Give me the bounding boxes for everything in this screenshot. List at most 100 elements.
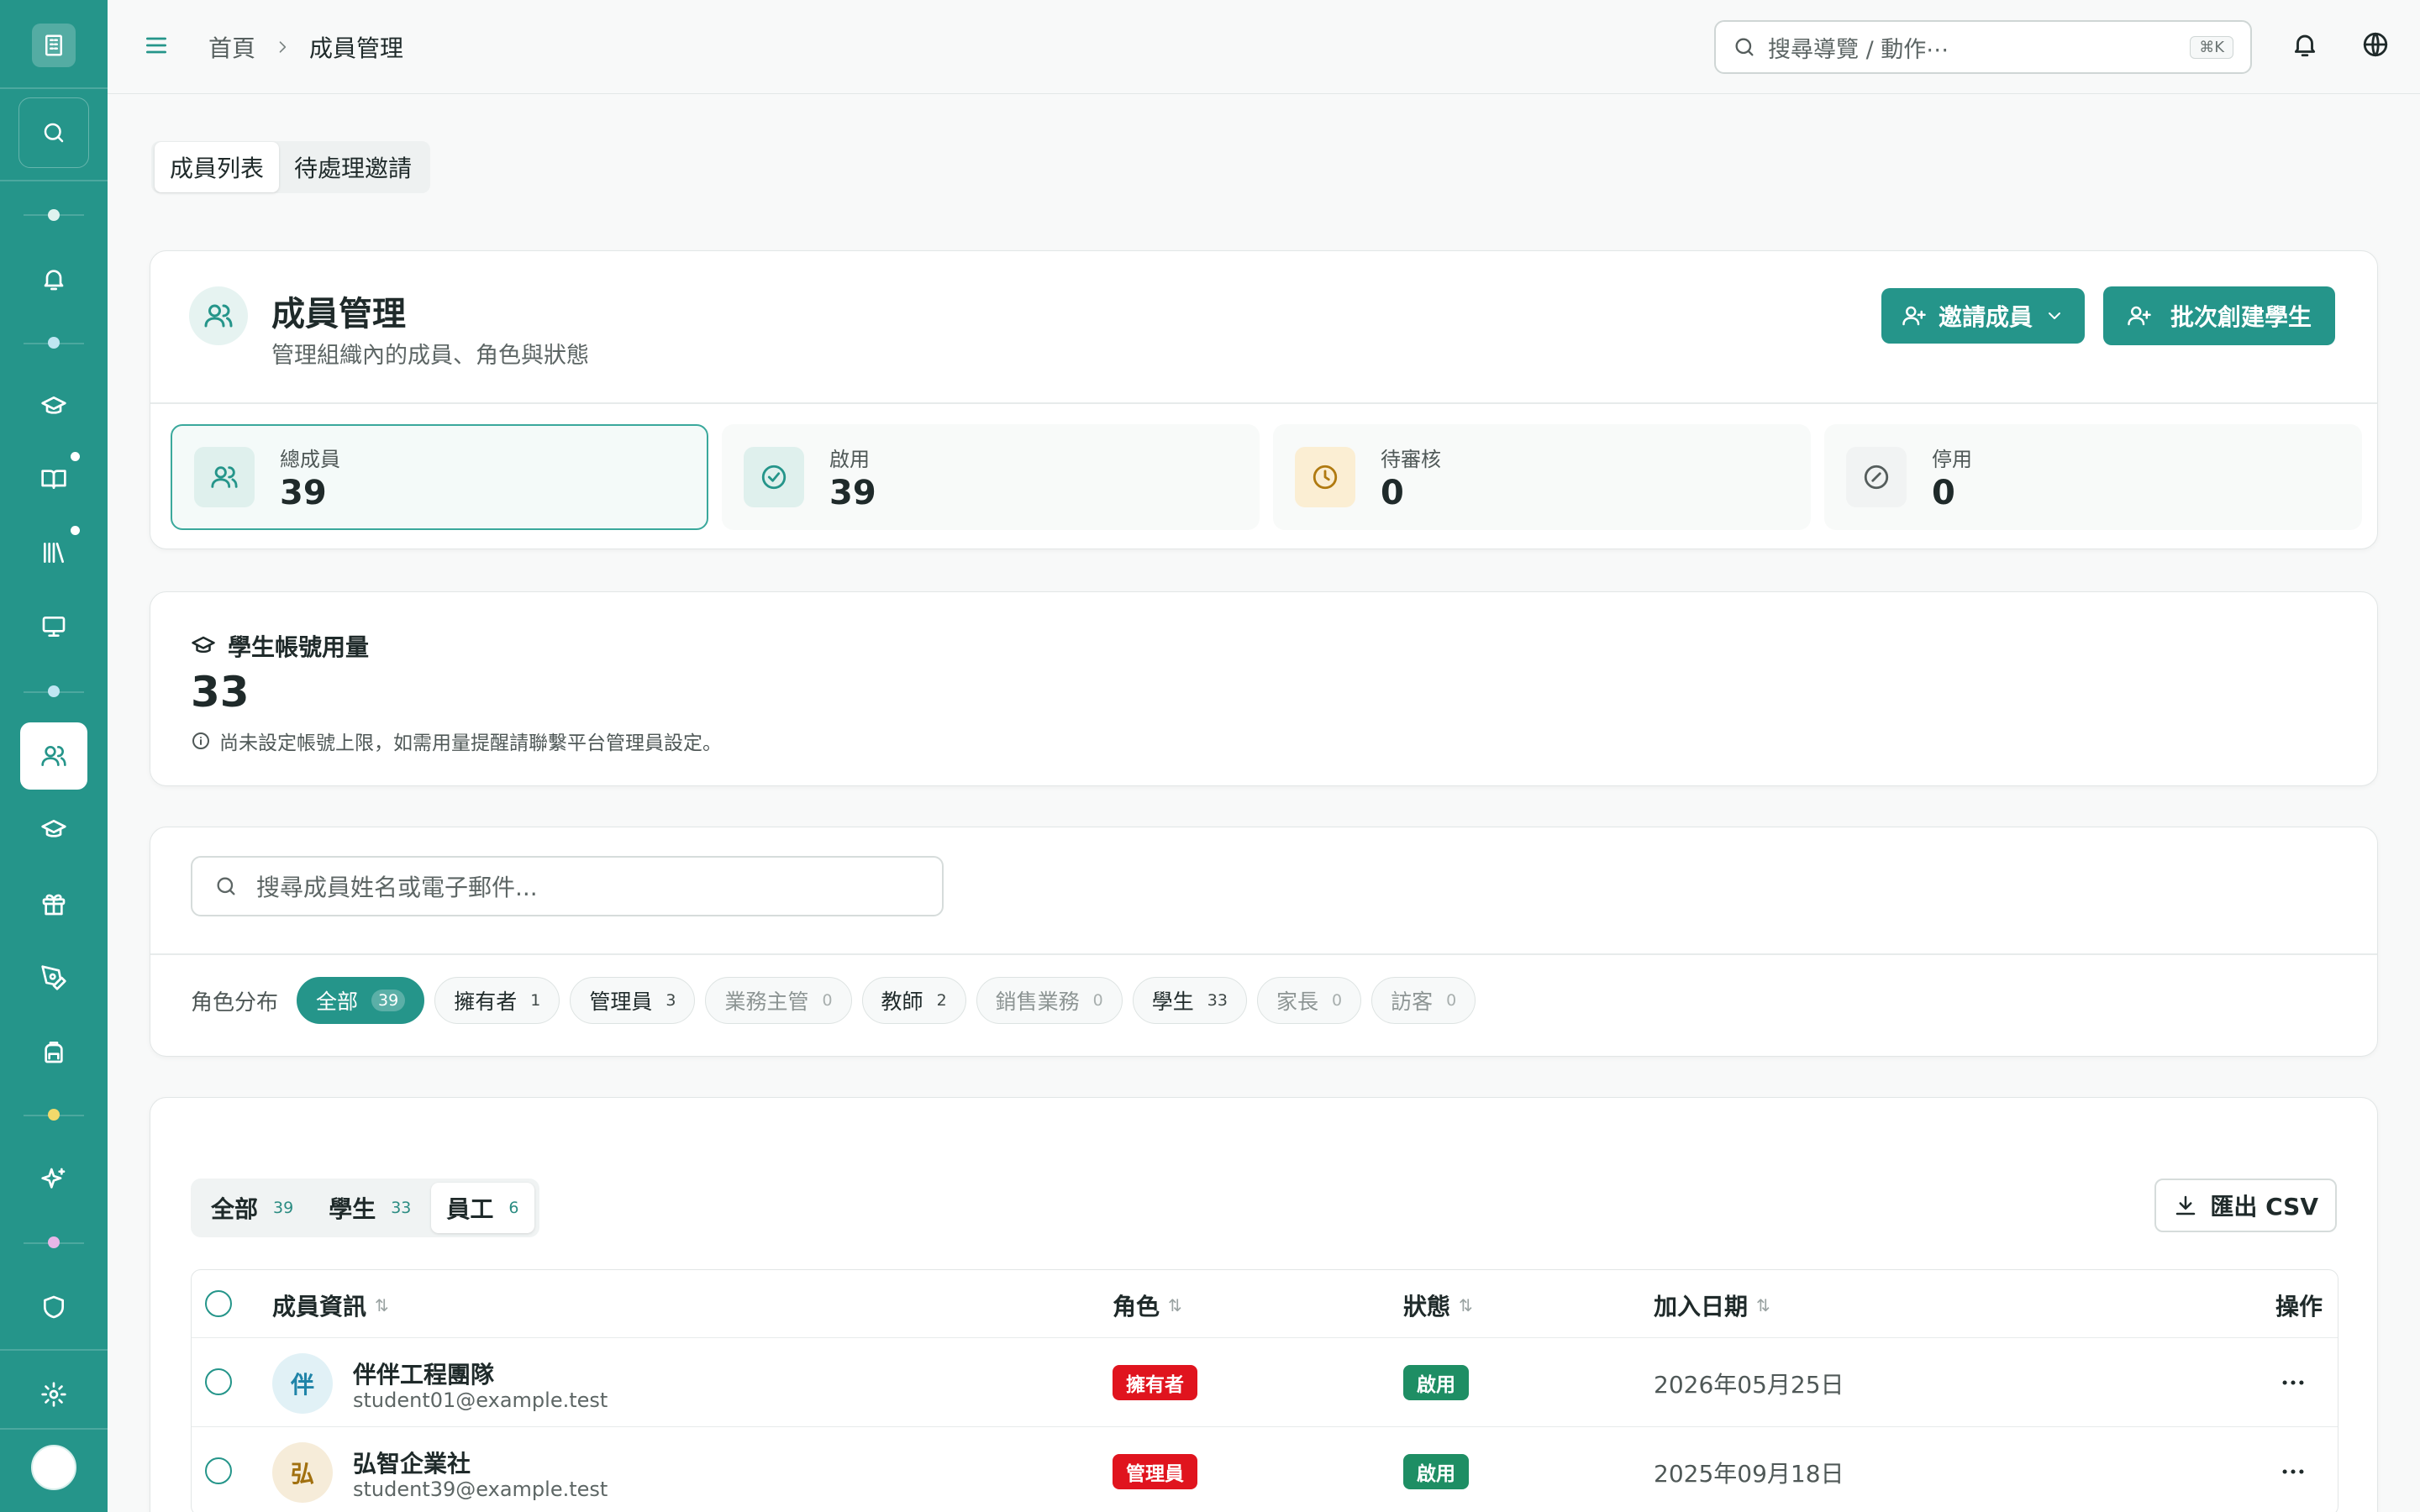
search-icon (217, 877, 235, 895)
segment-staff[interactable]: 員工 6 (431, 1183, 534, 1233)
sidebar-item-books[interactable] (20, 445, 87, 512)
sidebar-divider (0, 87, 108, 89)
invite-member-button[interactable]: 邀請成員 (1881, 288, 2086, 344)
role-chip-parent[interactable]: 家長 0 (1256, 977, 1362, 1024)
shield-icon (44, 1295, 64, 1319)
sidebar-item-ai[interactable] (20, 1146, 87, 1213)
breadcrumb-home[interactable]: 首頁 (208, 30, 255, 64)
global-search-input[interactable]: 搜尋導覽 / 動作⋯ ⌘K (1714, 20, 2252, 74)
role-chip-sales[interactable]: 銷售業務 0 (976, 977, 1123, 1024)
chip-label: 家長 (1276, 990, 1318, 1014)
student-usage-card: 學生帳號用量 33 尚未設定帳號上限，如需用量提醒請聯繫平台管理員設定。 (150, 591, 2378, 786)
stat-value: 39 (280, 473, 327, 512)
column-role[interactable]: 角色 ⇅ (1113, 1289, 1182, 1322)
chip-label: 擁有者 (454, 990, 518, 1014)
sidebar-search-button[interactable] (18, 97, 89, 168)
column-joined-date[interactable]: 加入日期 ⇅ (1654, 1289, 1770, 1322)
globe-icon[interactable] (2361, 30, 2390, 59)
sidebar-item-students[interactable] (20, 796, 87, 864)
member-name: 伴伴工程團隊 (353, 1361, 495, 1389)
filter-card: 搜尋成員姓名或電子郵件... 角色分布 全部 39 擁有者 1 管理員 3 業務主管 0… (150, 827, 2378, 1057)
segment-label: 全部 (211, 1195, 259, 1223)
table-header: 成員資訊 ⇅ 角色 ⇅ 狀態 ⇅ 加入日期 ⇅ 操作 (192, 1270, 2338, 1337)
sidebar-item-members[interactable] (20, 722, 87, 790)
export-csv-button[interactable]: 匯出 CSV (2154, 1179, 2337, 1232)
tab-pending-invites[interactable]: 待處理邀請 (279, 142, 427, 192)
search-icon (1735, 38, 1754, 56)
sidebar-item-settings[interactable] (20, 1361, 87, 1428)
row-checkbox[interactable] (205, 1368, 232, 1395)
building-icon[interactable] (32, 24, 76, 67)
menu-icon[interactable] (143, 32, 170, 59)
table-row[interactable]: 伴 伴伴工程團隊 student01@example.test 擁有者 啟用 2… (192, 1337, 2338, 1426)
stat-total-members[interactable]: 總成員 39 (171, 424, 708, 530)
select-all-checkbox[interactable] (205, 1290, 232, 1317)
users-icon (41, 746, 66, 766)
row-checkbox[interactable] (205, 1457, 232, 1484)
role-chip-admin[interactable]: 管理員 3 (570, 977, 696, 1024)
sidebar-item-backpack[interactable] (20, 1018, 87, 1085)
role-distribution: 角色分布 全部 39 擁有者 1 管理員 3 業務主管 0 教師 2 銷售業務 0 學生 33… (191, 977, 1476, 1024)
avatar: 伴 (272, 1353, 333, 1414)
chip-count: 3 (666, 991, 676, 1010)
backpack-icon (45, 1042, 63, 1063)
column-status[interactable]: 狀態 ⇅ (1403, 1289, 1473, 1322)
role-chip-guest[interactable]: 訪客 0 (1371, 977, 1476, 1024)
sidebar-divider (0, 1349, 108, 1351)
role-chip-sales-manager[interactable]: 業務主管 0 (705, 977, 852, 1024)
avatar: 弘 (272, 1442, 333, 1503)
member-list-card: 全部 39 學生 33 員工 6 匯出 CSV 成員資訊 ⇅ 角色 ⇅ 狀態 ⇅ 加入日期 ⇅… (150, 1097, 2378, 1512)
chip-count: 39 (371, 990, 406, 1011)
member-type-segments: 全部 39 學生 33 員工 6 (191, 1179, 539, 1237)
sidebar-item-library[interactable] (20, 519, 87, 586)
member-table: 成員資訊 ⇅ 角色 ⇅ 狀態 ⇅ 加入日期 ⇅ 操作 伴 伴伴工程團隊 student0… (191, 1269, 2338, 1512)
library-icon (44, 543, 64, 563)
segment-students[interactable]: 學生 33 (313, 1183, 426, 1233)
sidebar-item-design[interactable] (20, 944, 87, 1011)
more-actions-icon[interactable] (2279, 1368, 2307, 1397)
sidebar-item-screen[interactable] (20, 593, 87, 660)
role-chip-student[interactable]: 學生 33 (1132, 977, 1247, 1024)
stat-label: 待審核 (1381, 447, 1441, 471)
stat-label: 啟用 (829, 447, 870, 471)
chip-count: 0 (1331, 991, 1343, 1010)
chip-count: 0 (1446, 991, 1457, 1010)
segment-count: 39 (273, 1199, 294, 1217)
section-dot (48, 337, 60, 349)
table-row[interactable]: 弘 弘智企業社 student39@example.test 管理員 啟用 20… (192, 1426, 2338, 1512)
users-icon (194, 447, 255, 507)
stat-active[interactable]: 啟用 39 (722, 424, 1260, 530)
role-chip-teacher[interactable]: 教師 2 (861, 977, 966, 1024)
tab-member-list[interactable]: 成員列表 (155, 142, 280, 192)
status-badge: 啟用 (1403, 1454, 1469, 1489)
batch-create-students-button[interactable]: 批次創建學生 (2103, 286, 2336, 345)
stat-disabled[interactable]: 停用 0 (1824, 424, 2362, 530)
role-chip-all[interactable]: 全部 39 (297, 977, 425, 1024)
sidebar-item-notifications[interactable] (20, 245, 87, 312)
sidebar-item-courses[interactable] (20, 373, 87, 440)
stat-value: 0 (1381, 473, 1404, 512)
sidebar-item-rewards[interactable] (20, 870, 87, 937)
bell-icon[interactable] (2291, 30, 2319, 59)
bell-icon (44, 270, 64, 291)
more-actions-icon[interactable] (2279, 1457, 2307, 1486)
page-title: 成員管理 (271, 295, 406, 333)
user-avatar[interactable] (31, 1445, 76, 1490)
member-search-input[interactable]: 搜尋成員姓名或電子郵件... (191, 856, 944, 916)
export-csv-label: 匯出 CSV (2210, 1193, 2318, 1221)
sidebar-item-security[interactable] (20, 1273, 87, 1341)
segment-all[interactable]: 全部 39 (196, 1183, 308, 1233)
chip-label: 管理員 (589, 990, 653, 1014)
stat-pending[interactable]: 待審核 0 (1273, 424, 1811, 530)
sidebar (0, 0, 108, 1512)
member-email: student01@example.test (353, 1389, 608, 1412)
role-badge: 擁有者 (1113, 1365, 1197, 1400)
graduation-cap-icon (41, 396, 66, 414)
stat-label: 停用 (1932, 447, 1972, 471)
role-badge: 管理員 (1113, 1454, 1197, 1489)
column-member-info[interactable]: 成員資訊 ⇅ (272, 1289, 389, 1322)
role-chip-owner[interactable]: 擁有者 1 (434, 977, 560, 1024)
section-dot (48, 1109, 60, 1121)
user-plus-icon (2128, 306, 2151, 326)
chevron-down-icon (2049, 312, 2061, 319)
